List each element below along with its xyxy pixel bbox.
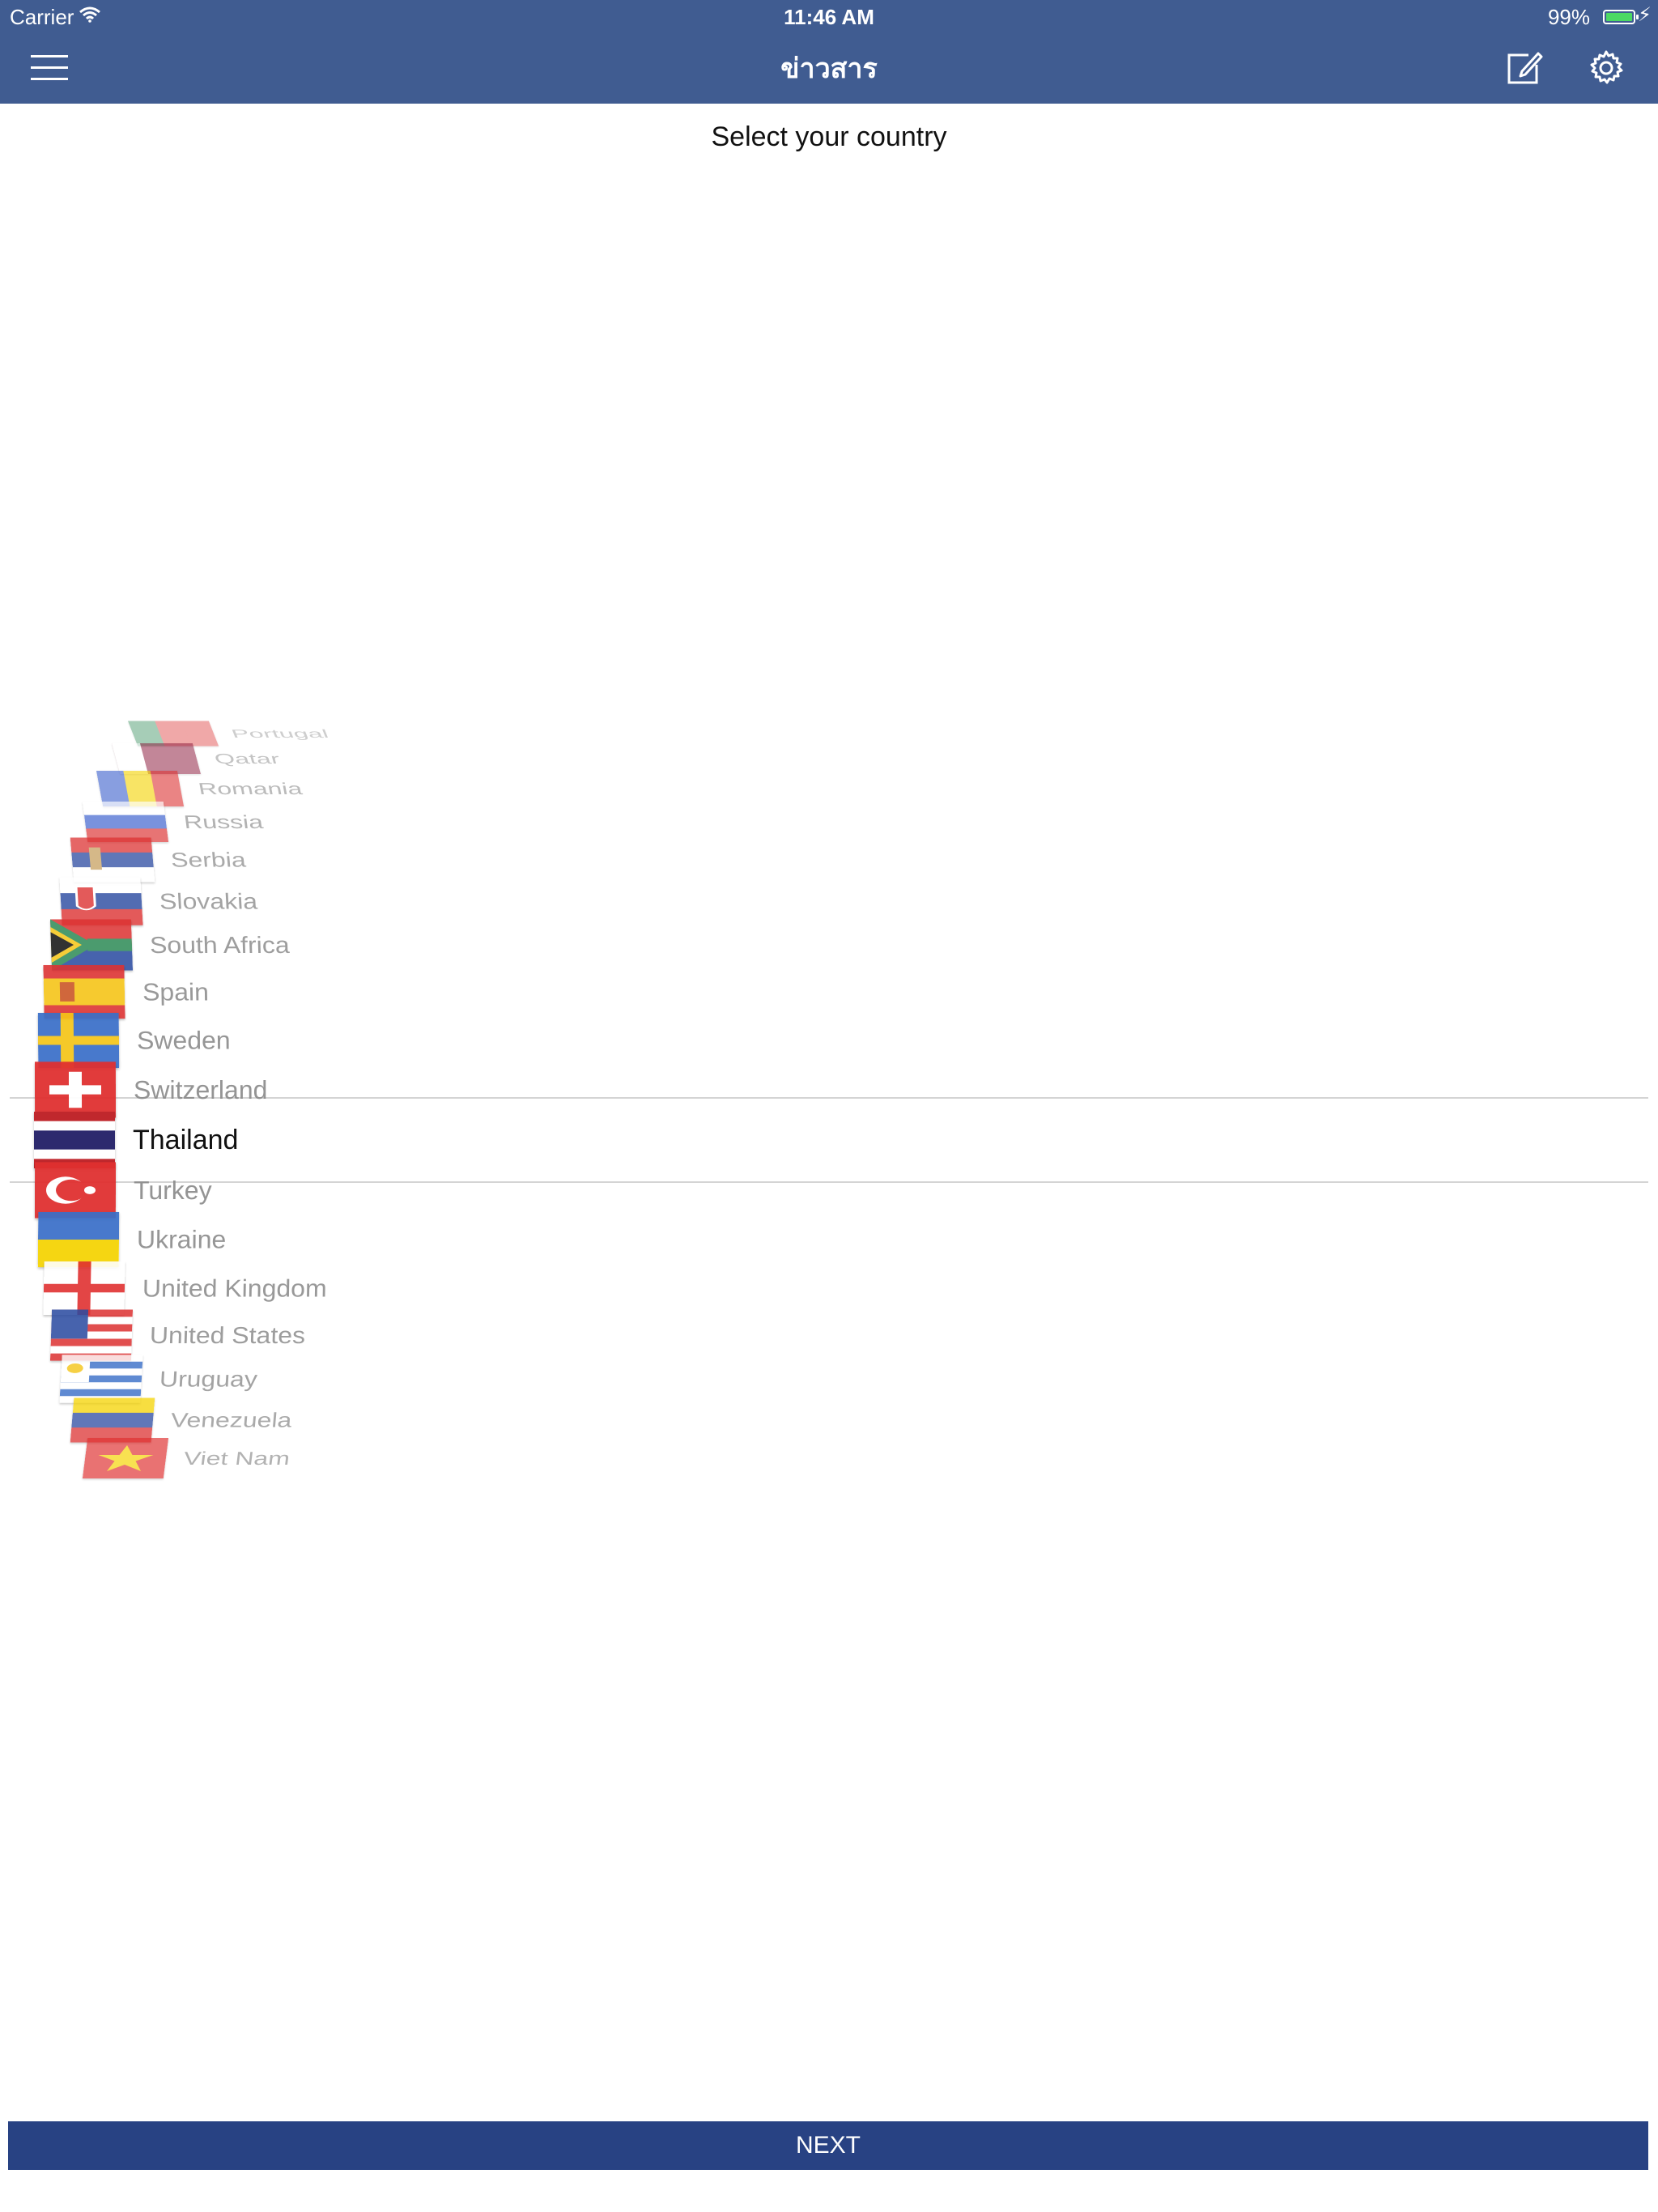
country-row[interactable]: United Kingdom [43, 1261, 328, 1316]
country-name: Turkey [134, 1175, 212, 1205]
qatar-flag-icon [111, 743, 202, 775]
country-row[interactable]: Russia [82, 802, 266, 843]
country-name: Sweden [137, 1025, 232, 1054]
next-button[interactable]: NEXT [8, 2121, 1648, 2170]
country-row[interactable]: United States [50, 1308, 307, 1361]
country-name: Switzerland [134, 1074, 268, 1104]
serbia-flag-icon [70, 837, 155, 883]
country-row[interactable]: Turkey [35, 1162, 212, 1219]
country-name: United States [149, 1321, 307, 1348]
country-row[interactable]: Slovakia [59, 877, 258, 925]
country-name: United Kingdom [142, 1274, 328, 1302]
country-row[interactable]: Spain [43, 964, 210, 1019]
country-row[interactable]: Serbia [70, 837, 248, 883]
selection-bottom-line [10, 1181, 1648, 1183]
country-row[interactable]: Thailand [34, 1112, 238, 1168]
country-name: Spain [142, 977, 210, 1006]
country-name: Viet Nam [182, 1447, 291, 1469]
romania-flag-icon [96, 770, 185, 806]
country-name: Uruguay [159, 1366, 258, 1391]
venezuela-flag-icon [70, 1397, 155, 1443]
country-name: Slovakia [159, 888, 258, 913]
country-name: Portugal [228, 727, 331, 741]
country-row[interactable]: Romania [96, 770, 305, 806]
south-africa-flag-icon [50, 919, 134, 972]
switzerland-flag-icon [35, 1061, 117, 1118]
country-name: Qatar [212, 751, 282, 767]
country-row[interactable]: Switzerland [35, 1061, 268, 1118]
russia-flag-icon [82, 802, 169, 843]
turkey-flag-icon [35, 1162, 117, 1219]
viet-nam-flag-icon [82, 1437, 169, 1478]
country-name: Thailand [133, 1124, 239, 1155]
country-name: Russia [182, 811, 265, 832]
united-states-flag-icon [50, 1308, 134, 1361]
country-name: Romania [197, 778, 304, 798]
united-kingdom-flag-icon [43, 1261, 125, 1316]
country-row[interactable]: Viet Nam [82, 1437, 292, 1478]
ukraine-flag-icon [38, 1212, 120, 1268]
country-row[interactable]: Qatar [111, 743, 283, 775]
country-row[interactable]: Sweden [38, 1012, 232, 1068]
sweden-flag-icon [38, 1012, 120, 1068]
country-name: South Africa [149, 931, 291, 959]
country-row[interactable]: Ukraine [38, 1212, 227, 1268]
country-row[interactable]: Uruguay [59, 1355, 258, 1403]
country-row[interactable]: Venezuela [70, 1397, 294, 1443]
country-row[interactable]: South Africa [50, 919, 291, 972]
uruguay-flag-icon [59, 1355, 143, 1403]
spain-flag-icon [43, 964, 125, 1019]
country-name: Venezuela [169, 1408, 293, 1431]
thailand-flag-icon [34, 1112, 115, 1168]
country-picker[interactable]: Portugal Qatar Romania Russia Serbia Slovakia… [0, 0, 1658, 2212]
slovakia-flag-icon [59, 877, 143, 925]
country-name: Serbia [169, 848, 247, 871]
country-name: Ukraine [137, 1225, 227, 1254]
